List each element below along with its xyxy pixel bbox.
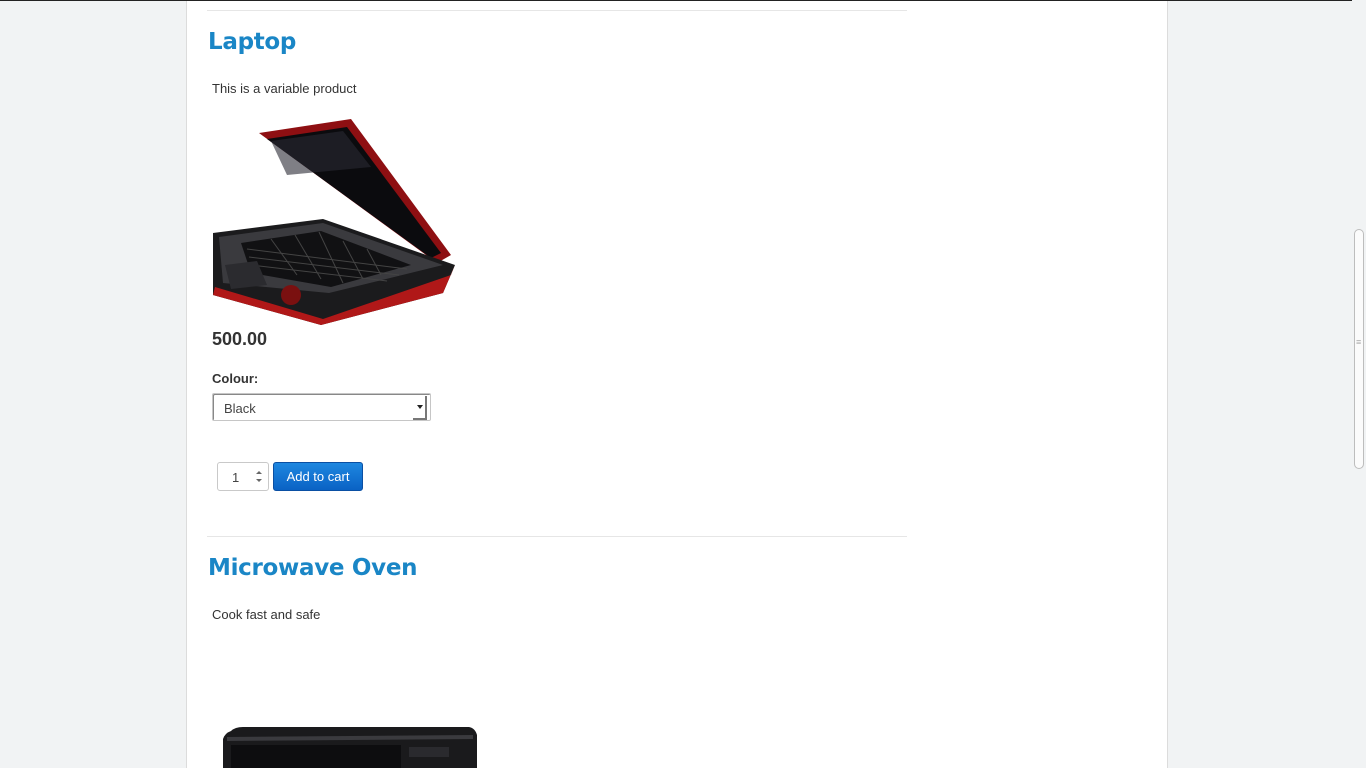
colour-select[interactable]: Black <box>212 393 431 421</box>
colour-select-value: Black <box>224 401 256 416</box>
laptop-image[interactable] <box>211 115 457 329</box>
scrollbar[interactable] <box>1352 0 1366 768</box>
product-description: Cook fast and safe <box>212 607 321 622</box>
microwave-door <box>231 745 401 768</box>
scrollbar-thumb[interactable] <box>1354 229 1364 469</box>
quantity-stepper[interactable]: 1 <box>217 462 269 491</box>
product-description: This is a variable product <box>212 81 357 96</box>
divider <box>207 10 907 11</box>
increment-icon[interactable] <box>256 471 262 474</box>
add-to-cart-button[interactable]: Add to cart <box>273 462 363 491</box>
quantity-value: 1 <box>232 470 240 485</box>
microwave-image[interactable] <box>223 725 479 768</box>
chevron-down-icon[interactable] <box>413 396 427 420</box>
laptop-emblem <box>281 285 301 305</box>
decrement-icon[interactable] <box>256 479 262 482</box>
product-title-microwave[interactable]: Microwave Oven <box>208 555 418 581</box>
divider <box>207 536 907 537</box>
product-price: 500.00 <box>212 329 268 349</box>
colour-label: Colour: <box>212 371 259 386</box>
content-panel: Laptop This is a variable product 500.00… <box>186 1 1168 768</box>
microwave-display <box>409 747 449 757</box>
product-title-laptop[interactable]: Laptop <box>208 29 296 55</box>
